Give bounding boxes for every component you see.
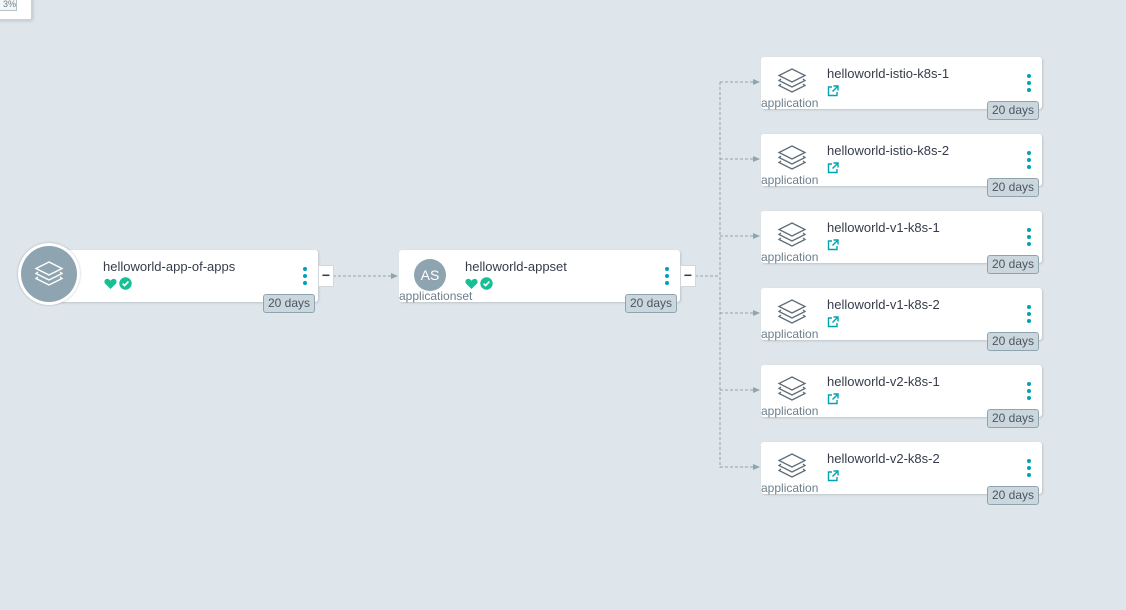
check-circle-icon — [480, 277, 493, 290]
application-kind-label: application — [761, 404, 819, 418]
root-app-status — [104, 277, 132, 290]
layers-icon — [777, 222, 807, 247]
application-menu-button[interactable] — [1025, 382, 1033, 400]
application-menu-button[interactable] — [1025, 305, 1033, 323]
zoom-label: 3% — [0, 0, 17, 11]
application-name: helloworld-istio-k8s-2 — [827, 143, 950, 158]
heart-icon — [104, 278, 117, 289]
layers-icon — [777, 68, 807, 93]
appset-collapse-button[interactable]: − — [680, 265, 696, 287]
application-kind-label: application — [761, 96, 819, 110]
external-link-icon[interactable] — [827, 393, 839, 405]
layers-icon — [777, 376, 807, 401]
heart-icon — [465, 278, 478, 289]
application-node[interactable]: helloworld-v2-k8s-1 application 20 days — [761, 365, 1042, 428]
application-name: helloworld-v1-k8s-2 — [827, 297, 940, 312]
appset-menu-button[interactable] — [663, 267, 671, 285]
application-name: helloworld-istio-k8s-1 — [827, 66, 950, 81]
application-kind-label: application — [761, 481, 819, 495]
layers-icon — [34, 261, 64, 286]
application-node[interactable]: helloworld-v1-k8s-1 application 20 days — [761, 211, 1042, 274]
application-kind-label: application — [761, 327, 819, 341]
zoom-control[interactable]: 3% — [0, 0, 32, 20]
application-age-badge: 20 days — [987, 255, 1040, 274]
external-link-icon[interactable] — [827, 85, 839, 97]
layers-icon — [777, 453, 807, 478]
application-age-badge: 20 days — [987, 409, 1040, 428]
application-name: helloworld-v2-k8s-2 — [827, 451, 940, 466]
external-link-icon[interactable] — [827, 316, 839, 328]
application-node[interactable]: helloworld-v1-k8s-2 application 20 days — [761, 288, 1042, 351]
layers-icon — [777, 299, 807, 324]
appset-node[interactable]: AS helloworld-appset applicationset 20 d… — [399, 250, 680, 313]
root-app-name: helloworld-app-of-apps — [103, 259, 236, 274]
application-node[interactable]: helloworld-istio-k8s-1 application 20 da… — [761, 57, 1042, 120]
application-kind-label: application — [761, 173, 819, 187]
root-app-menu-button[interactable] — [301, 267, 309, 285]
application-menu-button[interactable] — [1025, 151, 1033, 169]
application-name: helloworld-v1-k8s-1 — [827, 220, 940, 235]
application-name: helloworld-v2-k8s-1 — [827, 374, 940, 389]
application-age-badge: 20 days — [987, 101, 1040, 120]
root-app-icon-circle — [18, 243, 80, 305]
application-menu-button[interactable] — [1025, 228, 1033, 246]
external-link-icon[interactable] — [827, 162, 839, 174]
root-collapse-button[interactable]: − — [318, 265, 334, 287]
appset-kind-label: applicationset — [399, 289, 473, 303]
root-app-node[interactable]: helloworld-app-of-apps 20 days — [50, 250, 318, 313]
external-link-icon[interactable] — [827, 239, 839, 251]
application-menu-button[interactable] — [1025, 74, 1033, 92]
application-age-badge: 20 days — [987, 178, 1040, 197]
layers-icon — [777, 145, 807, 170]
appset-badge-icon: AS — [414, 259, 446, 291]
application-age-badge: 20 days — [987, 486, 1040, 505]
application-menu-button[interactable] — [1025, 459, 1033, 477]
application-age-badge: 20 days — [987, 332, 1040, 351]
application-node[interactable]: helloworld-istio-k8s-2 application 20 da… — [761, 134, 1042, 197]
appset-name: helloworld-appset — [465, 259, 567, 274]
appset-badge-label: AS — [420, 267, 440, 283]
check-circle-icon — [119, 277, 132, 290]
external-link-icon[interactable] — [827, 470, 839, 482]
application-node[interactable]: helloworld-v2-k8s-2 application 20 days — [761, 442, 1042, 505]
root-app-age-badge: 20 days — [263, 294, 316, 313]
application-kind-label: application — [761, 250, 819, 264]
appset-age-badge: 20 days — [625, 294, 678, 313]
